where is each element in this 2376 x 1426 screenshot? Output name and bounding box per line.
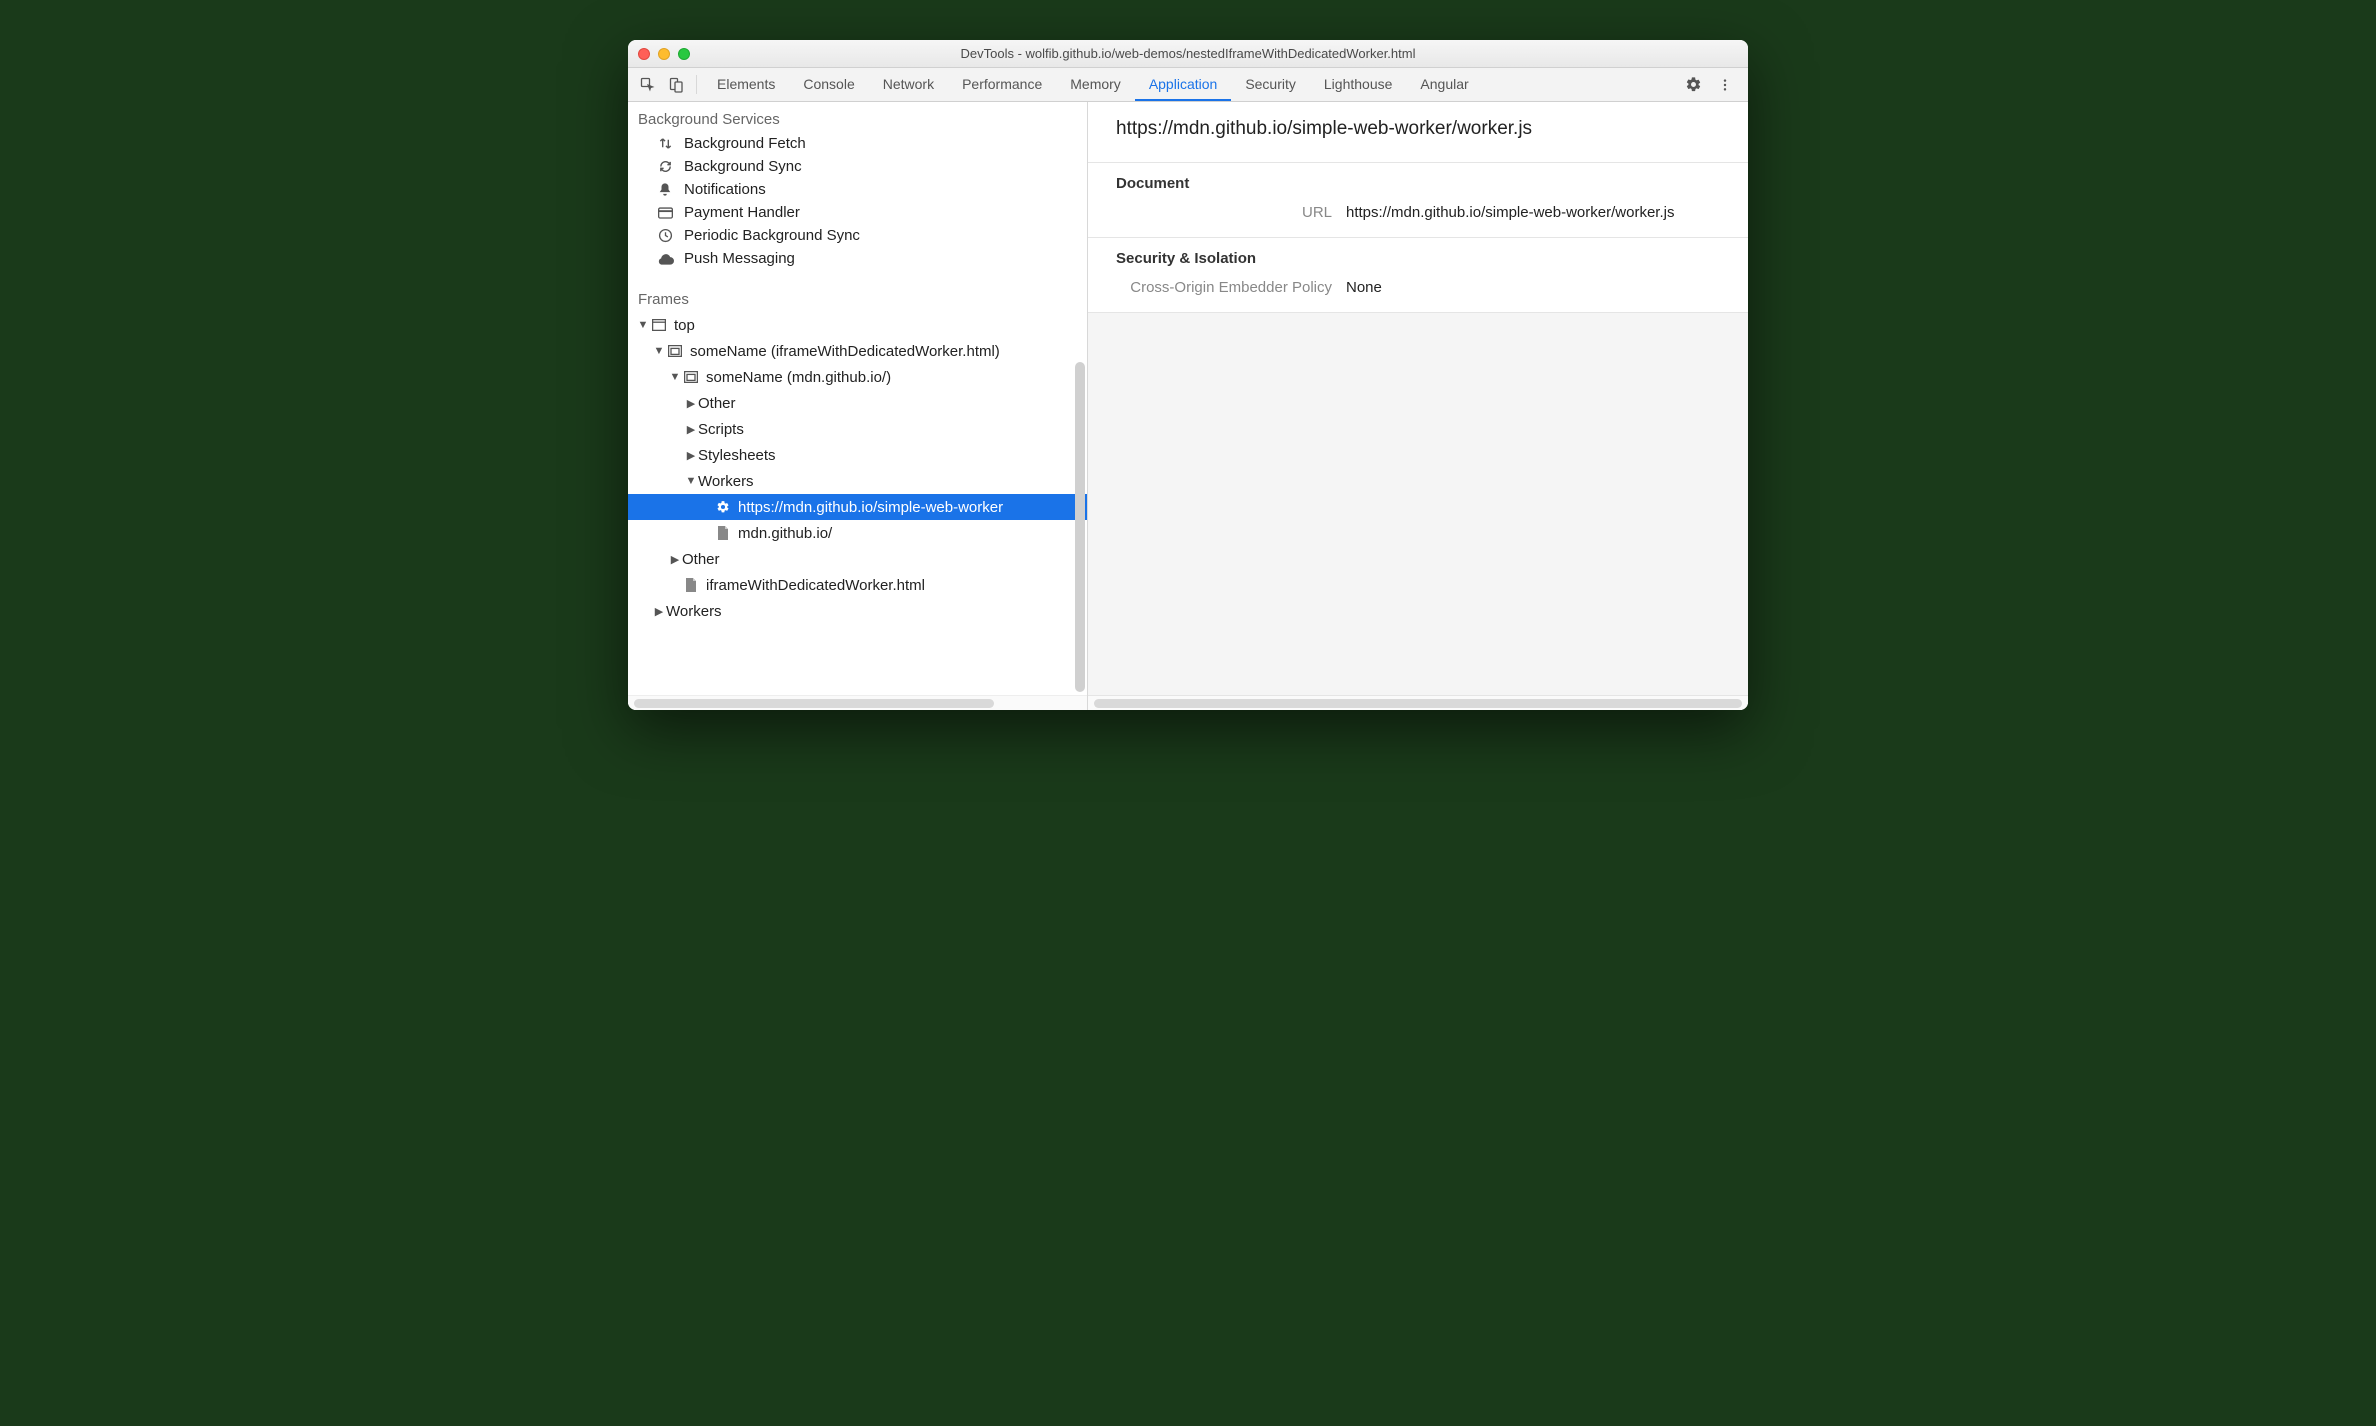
- tree-label: mdn.github.io/: [738, 525, 832, 542]
- section-background-services: Background Services: [628, 108, 1087, 132]
- kv-value: https://mdn.github.io/simple-web-worker/…: [1346, 204, 1720, 221]
- sidebar-hscrollbar[interactable]: [628, 695, 1087, 710]
- tree-top[interactable]: ▼top: [628, 312, 1087, 338]
- kv-value: None: [1346, 279, 1720, 296]
- window-icon: [650, 319, 668, 331]
- bg-push-messaging[interactable]: Push Messaging: [628, 247, 1087, 270]
- tab-application[interactable]: Application: [1135, 68, 1232, 101]
- tree-label: someName (iframeWithDedicatedWorker.html…: [690, 343, 1000, 360]
- zoom-window-button[interactable]: [678, 48, 690, 60]
- document-icon: [682, 578, 700, 592]
- tree-document[interactable]: mdn.github.io/: [628, 520, 1087, 546]
- tree-workers[interactable]: ▼Workers: [628, 468, 1087, 494]
- tree-label: someName (mdn.github.io/): [706, 369, 891, 386]
- tab-lighthouse[interactable]: Lighthouse: [1310, 68, 1407, 101]
- arrows-updown-icon: [656, 136, 674, 151]
- tab-console[interactable]: Console: [789, 68, 868, 101]
- panel-tabs: ElementsConsoleNetworkPerformanceMemoryA…: [703, 68, 1680, 101]
- tab-angular[interactable]: Angular: [1406, 68, 1482, 101]
- bg-item-label: Notifications: [684, 181, 766, 198]
- detail-pane: https://mdn.github.io/simple-web-worker/…: [1088, 102, 1748, 710]
- tree-label: Other: [682, 551, 720, 568]
- tree-scripts[interactable]: ▶Scripts: [628, 416, 1087, 442]
- tree-label: https://mdn.github.io/simple-web-worker: [738, 499, 1003, 516]
- tree-other[interactable]: ▶Other: [628, 390, 1087, 416]
- devtools-window: DevTools - wolfib.github.io/web-demos/ne…: [628, 40, 1748, 710]
- iframe-icon: [682, 371, 700, 383]
- bg-item-label: Background Sync: [684, 158, 802, 175]
- detail-title-wrap: https://mdn.github.io/simple-web-worker/…: [1088, 102, 1748, 163]
- detail-hscrollbar[interactable]: [1088, 695, 1748, 710]
- bg-item-label: Push Messaging: [684, 250, 795, 267]
- sync-icon: [656, 159, 674, 174]
- toggle-device-icon[interactable]: [662, 68, 690, 101]
- kebab-menu-icon[interactable]: [1712, 68, 1738, 101]
- toolbar: ElementsConsoleNetworkPerformanceMemoryA…: [628, 68, 1748, 102]
- application-sidebar: Background Services Background Fetch Back…: [628, 102, 1088, 710]
- kv-row: URLhttps://mdn.github.io/simple-web-work…: [1088, 202, 1748, 223]
- bg-item-label: Periodic Background Sync: [684, 227, 860, 244]
- tree-stylesheets[interactable]: ▶Stylesheets: [628, 442, 1087, 468]
- group-heading: Security & Isolation: [1088, 250, 1748, 277]
- clock-icon: [656, 228, 674, 243]
- tree-label: Other: [698, 395, 736, 412]
- tree-worker-selected[interactable]: https://mdn.github.io/simple-web-worker: [628, 494, 1087, 520]
- kv-key: Cross-Origin Embedder Policy: [1116, 279, 1346, 296]
- tree-label: iframeWithDedicatedWorker.html: [706, 577, 925, 594]
- tab-network[interactable]: Network: [869, 68, 948, 101]
- close-window-button[interactable]: [638, 48, 650, 60]
- kv-key: URL: [1116, 204, 1346, 221]
- detail-group: Security & IsolationCross-Origin Embedde…: [1088, 238, 1748, 313]
- separator: [696, 75, 697, 94]
- detail-group: DocumentURLhttps://mdn.github.io/simple-…: [1088, 163, 1748, 238]
- iframe-icon: [666, 345, 684, 357]
- window-title: DevTools - wolfib.github.io/web-demos/ne…: [628, 46, 1748, 61]
- bg-item-label: Background Fetch: [684, 135, 806, 152]
- frames-tree: ▼top ▼someName (iframeWithDedicatedWorke…: [628, 312, 1087, 624]
- titlebar: DevTools - wolfib.github.io/web-demos/ne…: [628, 40, 1748, 68]
- tree-workers-root[interactable]: ▶Workers: [628, 598, 1087, 624]
- tree-frame-l1[interactable]: ▼someName (iframeWithDedicatedWorker.htm…: [628, 338, 1087, 364]
- traffic-lights: [638, 48, 690, 60]
- bg-background-fetch[interactable]: Background Fetch: [628, 132, 1087, 155]
- detail-title: https://mdn.github.io/simple-web-worker/…: [1116, 118, 1720, 140]
- bg-item-label: Payment Handler: [684, 204, 800, 221]
- document-icon: [714, 526, 732, 540]
- tree-frame-l2[interactable]: ▼someName (mdn.github.io/): [628, 364, 1087, 390]
- tree-label: Workers: [698, 473, 754, 490]
- tab-performance[interactable]: Performance: [948, 68, 1056, 101]
- card-icon: [656, 207, 674, 219]
- minimize-window-button[interactable]: [658, 48, 670, 60]
- tree-label: top: [674, 317, 695, 334]
- bg-payment-handler[interactable]: Payment Handler: [628, 201, 1087, 224]
- toolbar-right: [1680, 68, 1742, 101]
- cloud-icon: [656, 253, 674, 265]
- tab-elements[interactable]: Elements: [703, 68, 789, 101]
- bg-background-sync[interactable]: Background Sync: [628, 155, 1087, 178]
- tree-label: Scripts: [698, 421, 744, 438]
- bg-notifications[interactable]: Notifications: [628, 178, 1087, 201]
- tree-other-2[interactable]: ▶Other: [628, 546, 1087, 572]
- tree-label: Workers: [666, 603, 722, 620]
- group-heading: Document: [1088, 175, 1748, 202]
- gear-icon: [714, 500, 732, 514]
- tab-security[interactable]: Security: [1231, 68, 1310, 101]
- inspect-element-icon[interactable]: [634, 68, 662, 101]
- section-frames: Frames: [628, 288, 1087, 312]
- bell-icon: [656, 182, 674, 197]
- settings-icon[interactable]: [1680, 68, 1706, 101]
- main-split: Background Services Background Fetch Back…: [628, 102, 1748, 710]
- bg-periodic-background-sync[interactable]: Periodic Background Sync: [628, 224, 1087, 247]
- tree-iframe-doc[interactable]: iframeWithDedicatedWorker.html: [628, 572, 1087, 598]
- tree-label: Stylesheets: [698, 447, 776, 464]
- sidebar-vscrollbar[interactable]: [1075, 362, 1085, 692]
- tab-memory[interactable]: Memory: [1056, 68, 1135, 101]
- kv-row: Cross-Origin Embedder PolicyNone: [1088, 277, 1748, 298]
